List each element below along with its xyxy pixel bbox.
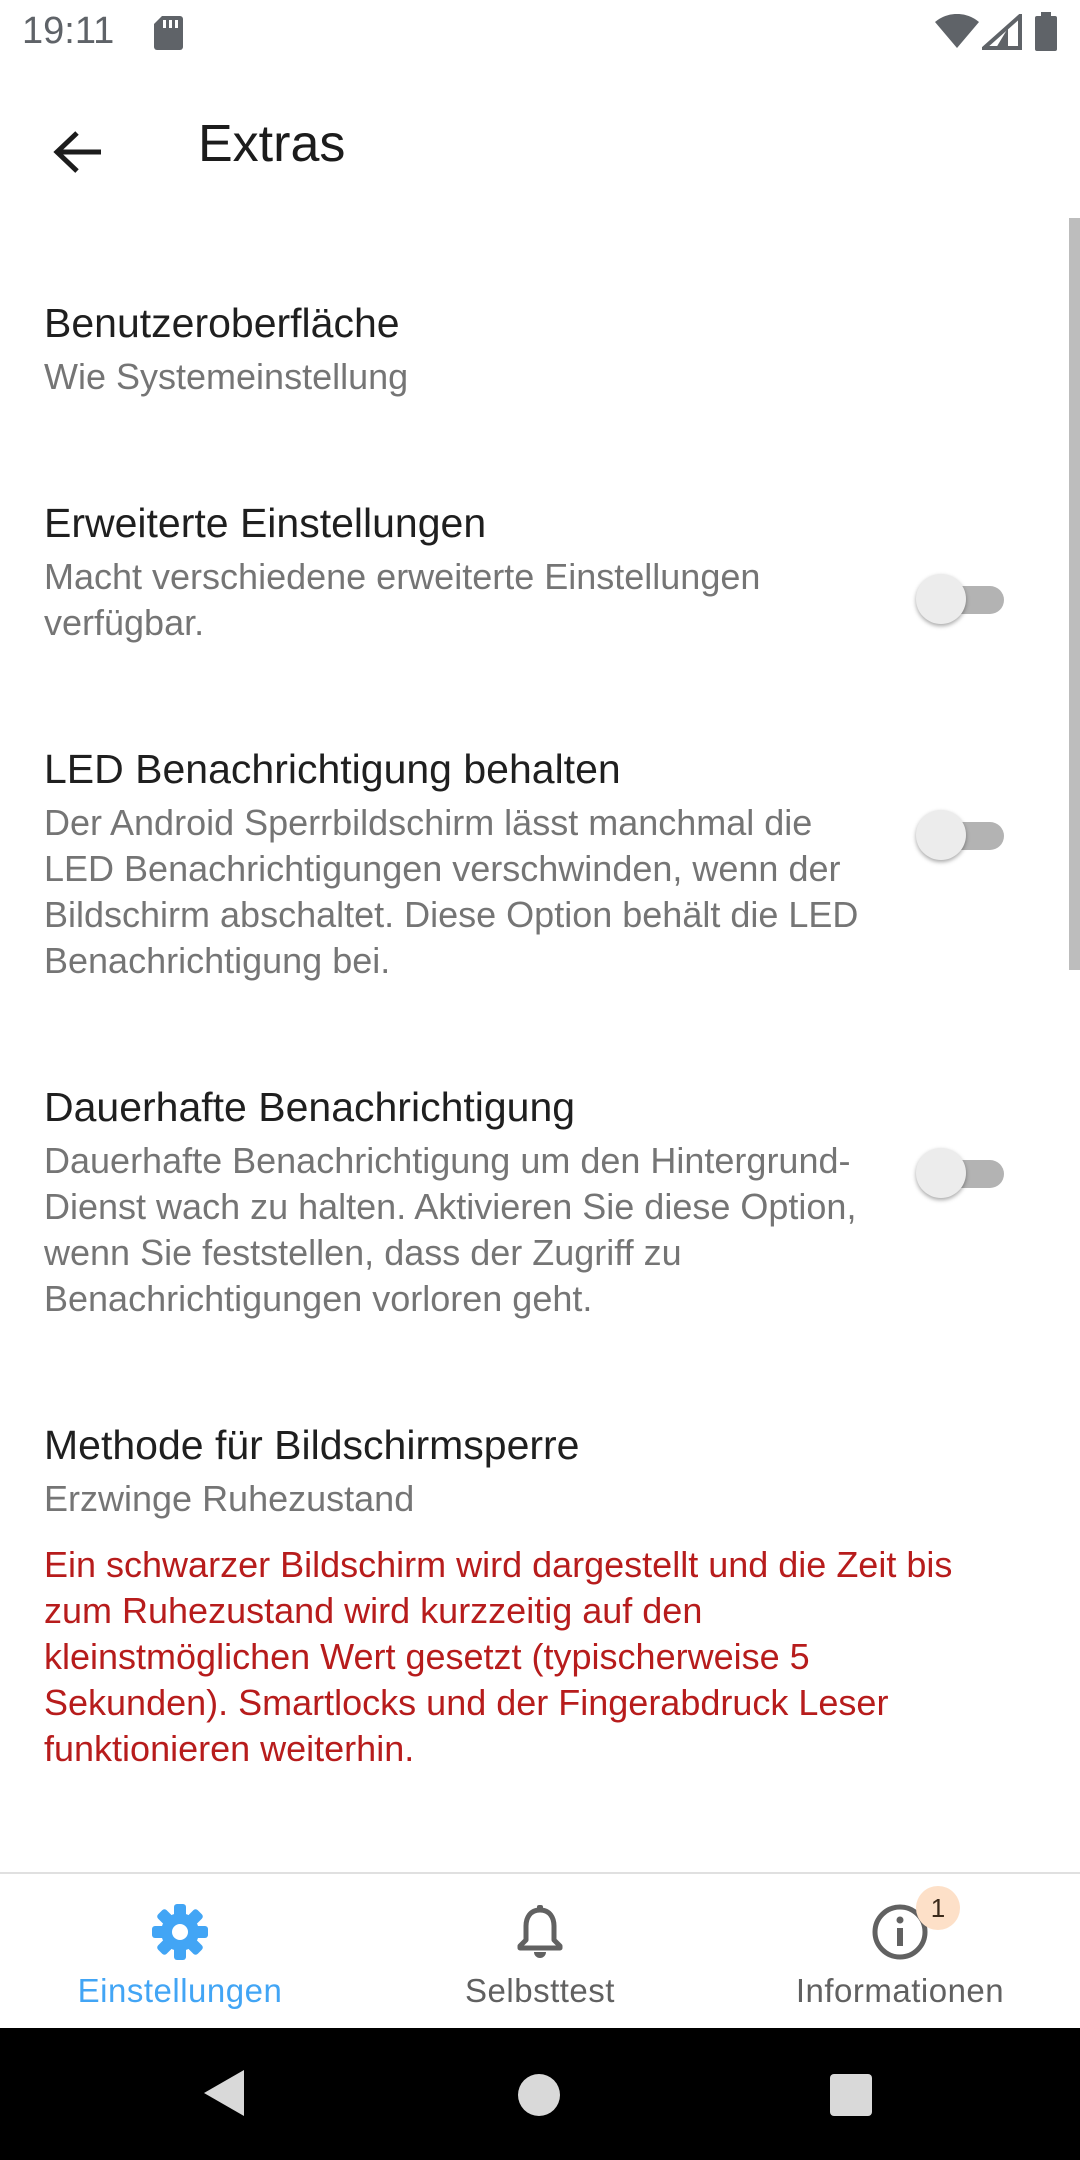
page-title: Extras <box>198 115 346 173</box>
back-button[interactable] <box>36 110 120 194</box>
toggle-thumb <box>916 574 966 624</box>
setting-title: Methode für Bildschirmsperre <box>44 1422 580 1468</box>
lock-screen-warning-text: Ein schwarzer Bildschirm wird dargestell… <box>44 1544 953 1769</box>
gear-icon <box>152 1904 208 1960</box>
toggle-thumb <box>916 810 966 860</box>
setting-summary: Wie Systemeinstellung <box>44 356 409 397</box>
system-recents-icon[interactable] <box>830 2074 872 2116</box>
toggle-thumb <box>916 1148 966 1198</box>
setting-persistent-notification[interactable]: Dauerhafte Benachrichtigung Dauerhafte B… <box>0 1040 1060 1319</box>
status-bar: 19:11 <box>0 0 1080 66</box>
persistent-notification-toggle[interactable] <box>916 1148 1006 1198</box>
system-navigation-bar <box>0 2028 1080 2160</box>
signal-icon <box>982 14 1022 50</box>
sd-card-icon <box>154 16 183 50</box>
system-back-icon[interactable] <box>202 2068 246 2118</box>
setting-user-interface[interactable]: Benutzeroberfläche Wie Systemeinstellung <box>0 256 1060 406</box>
arrow-back-icon <box>53 131 101 173</box>
battery-icon <box>1035 12 1057 51</box>
setting-keep-led-notification[interactable]: LED Benachrichtigung behalten Der Androi… <box>0 702 1060 981</box>
setting-summary: Der Android Sperrbildschirm lässt manchm… <box>44 802 859 981</box>
advanced-settings-toggle[interactable] <box>916 574 1006 624</box>
setting-title: Dauerhafte Benachrichtigung <box>44 1084 576 1130</box>
nav-label: Informationen <box>795 1972 1005 2009</box>
nav-item-settings[interactable]: Einstellungen <box>0 1874 360 2030</box>
setting-advanced-settings[interactable]: Erweiterte Einstellungen Macht verschied… <box>0 456 1060 643</box>
led-notification-toggle[interactable] <box>916 810 1006 860</box>
scrollbar[interactable] <box>1069 218 1080 970</box>
system-home-icon[interactable] <box>518 2074 560 2116</box>
bell-icon <box>517 1905 563 1958</box>
notification-badge: 1 <box>916 1886 960 1930</box>
setting-lock-screen-method[interactable]: Methode für Bildschirmsperre Erzwinge Ru… <box>0 1378 1060 1528</box>
nav-label: Einstellungen <box>77 1972 283 2009</box>
setting-summary: Erzwinge Ruhezustand <box>44 1478 415 1519</box>
setting-summary: Dauerhafte Benachrichtigung um den Hinte… <box>44 1140 857 1319</box>
nav-item-self-test[interactable]: Selbsttest <box>360 1874 720 2030</box>
wifi-icon <box>935 14 979 48</box>
status-time: 19:11 <box>22 10 115 52</box>
setting-summary: Macht verschiedene erweiterte Einstellun… <box>44 556 761 643</box>
setting-title: Benutzeroberfläche <box>44 300 400 346</box>
nav-item-information[interactable]: 1 Informationen <box>720 1874 1080 2030</box>
app-bar: Extras <box>0 66 1080 226</box>
setting-title: LED Benachrichtigung behalten <box>44 746 621 792</box>
setting-title: Erweiterte Einstellungen <box>44 500 487 546</box>
bottom-navigation: Einstellungen Selbsttest 1 Informationen <box>0 1872 1080 2030</box>
nav-label: Selbsttest <box>465 1972 615 2009</box>
